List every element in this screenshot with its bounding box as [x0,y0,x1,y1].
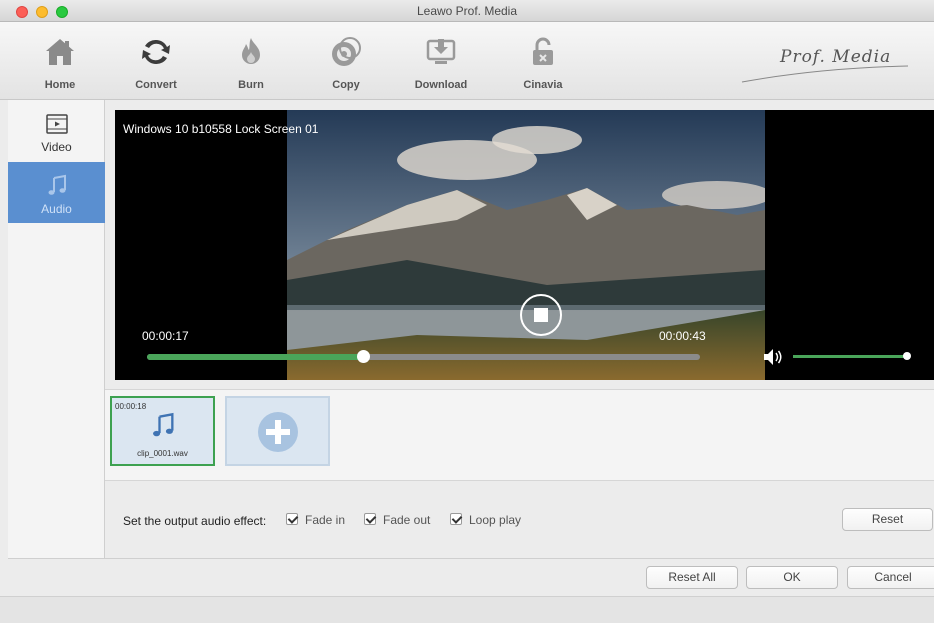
reset-all-button[interactable]: Reset All [646,566,738,589]
music-note-icon [153,412,174,437]
clip-name: clip_0001.wav [137,449,188,458]
toolbar-home-button[interactable]: Home [20,22,100,100]
toolbar-cinavia-button[interactable]: Cinavia [503,22,583,100]
toolbar-copy-button[interactable]: Copy [306,22,386,100]
toolbar-home-label: Home [44,79,76,91]
sidebar-item-label: Audio [41,202,72,216]
video-title: Windows 10 b10558 Lock Screen 01 [123,122,319,136]
brand-swoosh [741,65,909,83]
toolbar-cinavia-label: Cinavia [523,79,563,91]
clip-strip: 00:00:18 clip_0001.wav [105,389,934,481]
footer-bar: Reset All OK Cancel [8,558,934,596]
window-edge [0,100,8,596]
checkbox-label: Fade out [383,513,431,527]
music-note-icon [48,174,66,195]
stop-button[interactable] [520,294,562,336]
checkbox-label: Loop play [469,513,522,527]
volume-handle[interactable] [903,352,911,360]
plus-circle-icon [258,412,298,452]
sidebar: Video Audio [8,100,105,558]
current-time: 00:00:17 [142,329,189,343]
title-bar: Leawo Prof. Media [0,0,934,22]
volume-slider[interactable] [793,352,911,360]
progress-fill [147,354,363,360]
toolbar-burn-button[interactable]: Burn [211,22,291,100]
brand-logo: Prof. Media [740,42,910,92]
film-icon [46,114,68,134]
window-title: Leawo Prof. Media [416,4,518,18]
sidebar-item-video[interactable]: Video [8,100,105,161]
checkbox-label: Fade in [305,513,346,527]
sidebar-item-label: Video [41,140,72,154]
toolbar-convert-button[interactable]: Convert [116,22,196,100]
convert-icon [142,39,170,65]
progress-handle[interactable] [356,350,370,363]
download-icon [426,39,456,64]
checkbox-box[interactable] [450,513,462,525]
clip-item[interactable]: 00:00:18 clip_0001.wav [110,396,215,466]
toolbar-download-label: Download [414,79,468,91]
status-bar [0,596,934,623]
burn-icon [242,38,260,64]
toolbar-copy-label: Copy [332,79,360,91]
video-player[interactable]: Windows 10 b10558 Lock Screen 01 00:00:1… [115,110,934,380]
add-clip-button[interactable] [225,396,330,466]
reset-button[interactable]: Reset [842,508,933,531]
toolbar-convert-label: Convert [135,79,177,91]
cancel-button[interactable]: Cancel [847,566,934,589]
audio-effects-panel: Set the output audio effect: Fade in Fad… [105,482,934,558]
ok-button[interactable]: OK [746,566,838,589]
copy-icon [332,37,361,66]
toolbar-burn-label: Burn [238,79,264,91]
cinavia-icon [533,37,553,65]
total-duration: 00:00:43 [659,329,706,343]
stop-icon [534,308,548,322]
effects-label: Set the output audio effect: [123,514,267,528]
home-icon [46,39,74,65]
volume-icon[interactable] [763,348,783,366]
sidebar-item-audio[interactable]: Audio [8,162,105,223]
checkbox-box[interactable] [286,513,298,525]
progress-slider[interactable] [147,350,700,363]
main-toolbar: Home Convert Burn Copy Download Cinavia … [0,22,934,100]
toolbar-download-button[interactable]: Download [401,22,481,100]
checkbox-box[interactable] [364,513,376,525]
clip-duration: 00:00:18 [115,402,147,411]
